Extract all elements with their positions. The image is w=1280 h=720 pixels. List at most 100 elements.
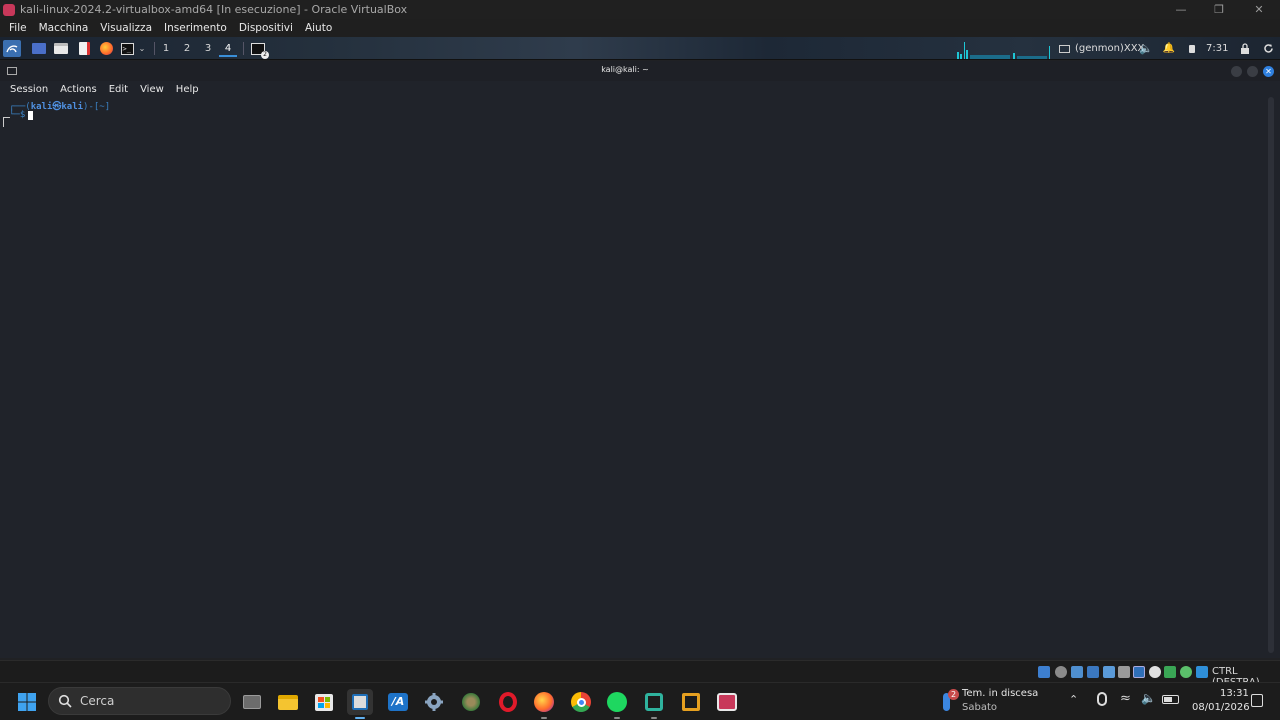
restore-button[interactable]: ❐ xyxy=(1200,0,1238,19)
virtualbox-manager-icon[interactable] xyxy=(678,689,704,715)
battery-tray-icon[interactable] xyxy=(1162,695,1179,704)
terminal-menu-session[interactable]: Session xyxy=(10,84,48,95)
chevron-down-icon[interactable]: ⌄ xyxy=(137,40,147,57)
menu-visualizza[interactable]: Visualizza xyxy=(100,22,152,34)
menu-macchina[interactable]: Macchina xyxy=(39,22,89,34)
firefox-icon[interactable] xyxy=(98,40,114,57)
terminal-menu-actions[interactable]: Actions xyxy=(60,84,97,95)
taskbar-date[interactable]: 08/01/2026 xyxy=(1192,702,1250,713)
usb-icon[interactable] xyxy=(1103,666,1115,678)
terminal-output[interactable]: ┌──(kali㉿kali)-[~] └─$ xyxy=(0,97,1280,658)
workspace-2[interactable]: 2 xyxy=(178,40,196,57)
terminal-menu-edit[interactable]: Edit xyxy=(109,84,128,95)
terminal-scrollbar[interactable] xyxy=(1268,97,1274,653)
host-window-title: kali-linux-2024.2-virtualbox-amd64 [In e… xyxy=(20,3,408,16)
keyboard-capture-icon[interactable] xyxy=(1196,666,1208,678)
terminal-minimize-button[interactable] xyxy=(1231,66,1242,77)
shared-folders-icon[interactable] xyxy=(1118,666,1130,678)
desktop-icon[interactable] xyxy=(31,40,47,57)
panel-separator xyxy=(154,42,155,55)
weather-badge: 2 xyxy=(948,689,959,700)
spotify-icon[interactable] xyxy=(604,689,630,719)
menu-dispositivi[interactable]: Dispositivi xyxy=(239,22,293,34)
workspace-4[interactable]: 4 xyxy=(219,40,237,57)
close-button[interactable]: ✕ xyxy=(1240,0,1278,19)
terminal-titlebar: kali@kali: ~ ✕ xyxy=(0,61,1280,81)
kali-menu-icon[interactable] xyxy=(3,40,21,57)
network-icon[interactable] xyxy=(1087,666,1099,678)
terminal-launcher-icon[interactable]: >_ xyxy=(119,40,135,57)
genmon-label: (genmon)XXX xyxy=(1075,43,1145,54)
hard-disk-icon[interactable] xyxy=(1038,666,1050,678)
xbox-icon[interactable] xyxy=(458,689,484,715)
terminal-maximize-button[interactable] xyxy=(1247,66,1258,77)
prompt-line-2: └─$ xyxy=(9,110,25,120)
weather-thermometer-icon[interactable]: 2 xyxy=(938,689,959,713)
notification-center-icon[interactable] xyxy=(1251,694,1263,707)
menu-aiuto[interactable]: Aiuto xyxy=(305,22,332,34)
file-explorer-icon[interactable] xyxy=(275,689,301,715)
virtualbox-taskbar-icon[interactable] xyxy=(347,689,373,719)
menu-file[interactable]: File xyxy=(9,22,27,34)
microphone-icon[interactable] xyxy=(1097,692,1107,706)
prompt-symbol: └─$ xyxy=(9,110,26,120)
display-status-icon[interactable] xyxy=(1133,666,1145,678)
opera-icon[interactable] xyxy=(495,689,521,715)
taskbar-search[interactable]: Cerca xyxy=(48,687,231,715)
mouse-pointer-icon xyxy=(3,117,10,127)
firefox-taskbar-icon[interactable] xyxy=(531,689,557,719)
chrome-icon[interactable] xyxy=(568,689,594,715)
window-count-badge: 2 xyxy=(261,50,269,59)
windows-taskbar: Cerca /A 2 Tem. in discesa Sabato ⌃ ≈ 🔈 … xyxy=(0,682,1280,720)
text-editor-icon[interactable] xyxy=(76,40,92,57)
terminal-window-title: kali@kali: ~ xyxy=(601,65,649,74)
panel-separator xyxy=(243,42,244,55)
terminal-menubar: Session Actions Edit View Help xyxy=(0,81,1280,97)
vs-code-icon[interactable]: /A xyxy=(385,689,411,715)
kali-top-panel: >_ ⌄ 1 2 3 4 2 (genmon)XXX 🔈 🔔 7:31 xyxy=(0,37,1280,60)
virtualbox-status-bar: CTRL (DESTRA) xyxy=(0,660,1280,688)
weather-day: Sabato xyxy=(962,702,997,713)
kali-vm-icon[interactable] xyxy=(714,689,740,715)
minimize-button[interactable]: — xyxy=(1162,0,1200,19)
optical-drive-icon[interactable] xyxy=(1055,666,1067,678)
file-manager-icon[interactable] xyxy=(53,40,69,57)
display-icon[interactable] xyxy=(1057,40,1071,57)
prompt-user: kali㉿kali xyxy=(30,102,84,112)
wifi-icon[interactable]: ≈ xyxy=(1120,691,1131,706)
tray-overflow-chevron-icon[interactable]: ⌃ xyxy=(1069,693,1078,706)
search-icon xyxy=(58,694,72,708)
audio-icon[interactable] xyxy=(1071,666,1083,678)
volume-icon[interactable]: 🔈 xyxy=(1139,40,1153,57)
settings-gear-icon[interactable] xyxy=(421,689,447,715)
microsoft-store-icon[interactable] xyxy=(311,689,337,715)
windows-start-icon[interactable] xyxy=(14,689,40,715)
refresh-icon[interactable] xyxy=(1261,40,1275,57)
workspace-3[interactable]: 3 xyxy=(199,40,217,57)
notification-bell-icon[interactable]: 🔔 xyxy=(1162,40,1176,57)
lock-icon[interactable] xyxy=(1238,40,1252,57)
prompt-cwd: )-[~] xyxy=(83,102,111,112)
workspace-1[interactable]: 1 xyxy=(157,40,175,57)
task-view-icon[interactable] xyxy=(239,689,265,715)
battery-icon[interactable] xyxy=(1186,40,1198,57)
virtualbox-logo-icon xyxy=(3,3,15,16)
weather-title[interactable]: Tem. in discesa xyxy=(962,688,1038,699)
mouse-integration-icon[interactable] xyxy=(1180,666,1192,678)
cpu-graph xyxy=(955,40,1051,59)
panel-clock: 7:31 xyxy=(1206,43,1229,54)
terminal-close-button[interactable]: ✕ xyxy=(1263,66,1274,77)
host-titlebar: kali-linux-2024.2-virtualbox-amd64 [In e… xyxy=(0,0,1280,19)
speaker-muted-icon[interactable]: 🔈 xyxy=(1141,691,1156,705)
search-placeholder: Cerca xyxy=(80,694,115,708)
terminal-window-button[interactable]: 2 xyxy=(249,40,269,59)
host-menubar: File Macchina Visualizza Inserimento Dis… xyxy=(0,19,1280,37)
taskbar-time[interactable]: 13:31 xyxy=(1220,688,1249,699)
terminal-menu-view[interactable]: View xyxy=(140,84,164,95)
terminal-menu-help[interactable]: Help xyxy=(176,84,199,95)
virtualization-icon[interactable] xyxy=(1164,666,1176,678)
recording-icon[interactable] xyxy=(1149,666,1161,678)
visual-studio-icon[interactable] xyxy=(641,689,667,719)
menu-inserimento[interactable]: Inserimento xyxy=(164,22,227,34)
terminal-cursor xyxy=(28,111,33,120)
